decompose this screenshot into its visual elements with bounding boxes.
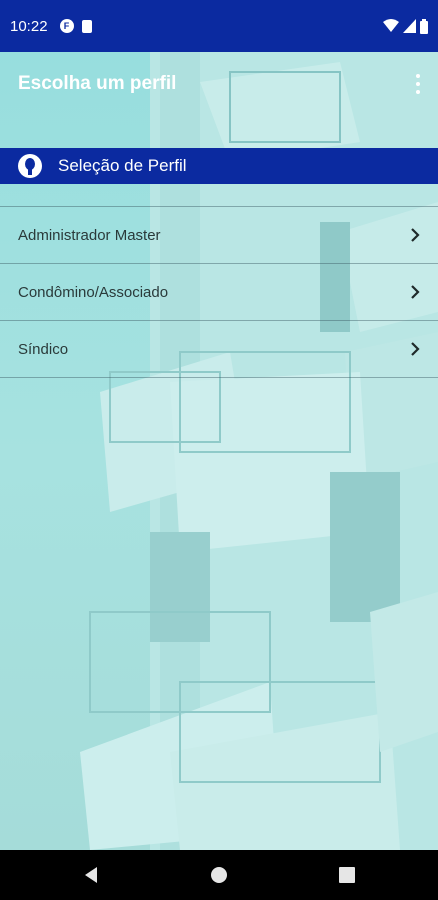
profile-item-condomino-associado[interactable]: Condômino/Associado	[0, 264, 438, 321]
app-title: Escolha um perfil	[18, 73, 177, 94]
battery-icon	[420, 18, 428, 34]
sim-card-icon	[81, 19, 92, 33]
person-icon	[18, 154, 42, 178]
wifi-icon	[383, 19, 399, 32]
main-content: Escolha um perfil Seleção de Perfil Admi…	[0, 52, 438, 850]
section-header: Seleção de Perfil	[0, 148, 438, 184]
profile-list: Administrador Master Condômino/Associado…	[0, 206, 438, 378]
system-icons	[383, 18, 428, 34]
profile-item-label: Condômino/Associado	[18, 283, 169, 301]
section-title: Seleção de Perfil	[58, 156, 187, 175]
back-button[interactable]	[27, 850, 155, 900]
chevron-right-icon	[411, 228, 420, 242]
profile-item-label: Administrador Master	[18, 226, 161, 244]
chevron-right-icon	[411, 342, 420, 356]
f-circle-icon: F	[59, 19, 74, 33]
home-button[interactable]	[155, 850, 283, 900]
profile-item-label: Síndico	[18, 340, 69, 358]
back-icon	[85, 867, 97, 883]
status-bar: 10:22 F	[0, 0, 438, 52]
signal-icon	[403, 19, 416, 33]
profile-item-sindico[interactable]: Síndico	[0, 321, 438, 378]
notification-icons: F	[59, 19, 92, 33]
more-vert-icon[interactable]	[410, 72, 426, 96]
recents-icon	[339, 867, 355, 883]
app-bar: Escolha um perfil	[0, 52, 438, 116]
navigation-bar	[0, 850, 438, 900]
status-time: 10:22	[10, 17, 48, 35]
chevron-right-icon	[411, 285, 420, 299]
home-icon	[211, 867, 227, 883]
profile-item-administrador-master[interactable]: Administrador Master	[0, 207, 438, 264]
recents-button[interactable]	[283, 850, 411, 900]
